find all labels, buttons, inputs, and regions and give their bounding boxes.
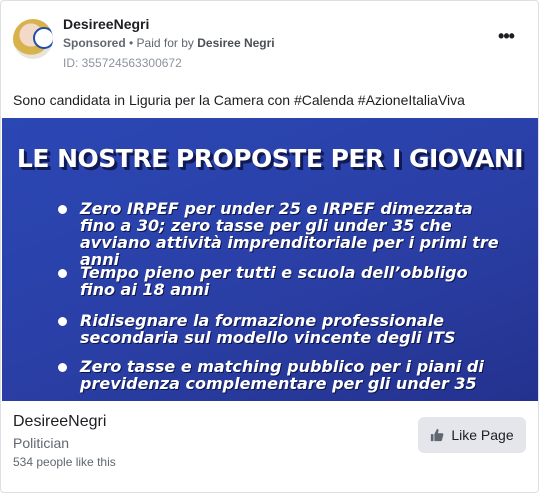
sponsored-post-card: DesireeNegri Sponsored • Paid for by Des…: [0, 0, 539, 493]
sponsored-line: Sponsored • Paid for by Desiree Negri: [63, 36, 275, 50]
separator-dot: •: [125, 36, 137, 50]
more-dots-icon: •••: [498, 26, 515, 46]
creative-bullet: Zero tasse e matching pubblico per i pia…: [58, 358, 500, 392]
footer-page-name[interactable]: DesireeNegri: [13, 413, 106, 431]
like-page-label: Like Page: [451, 427, 514, 443]
creative-bullet: Ridisegnare la formazione professionale …: [58, 312, 500, 346]
page-avatar[interactable]: [13, 19, 53, 59]
party-logo-icon: [33, 27, 53, 49]
page-category: Politician: [13, 435, 70, 451]
post-header: DesireeNegri Sponsored • Paid for by Des…: [13, 13, 526, 73]
ad-id: ID: 355724563300672: [63, 56, 182, 70]
creative-title: LE NOSTRE PROPOSTE PER I GIOVANI: [16, 144, 524, 173]
creative-bullet: Zero IRPEF per under 25 e IRPEF dimezzat…: [58, 199, 499, 269]
ad-creative-image[interactable]: LE NOSTRE PROPOSTE PER I GIOVANI Zero IR…: [2, 118, 538, 401]
paid-for-label: Paid for by: [136, 36, 198, 50]
sponsored-label: Sponsored: [63, 36, 126, 50]
page-name-link[interactable]: DesireeNegri: [63, 16, 149, 32]
like-page-button[interactable]: Like Page: [418, 417, 526, 453]
post-caption: Sono candidata in Liguria per la Camera …: [13, 92, 465, 108]
thumbs-up-icon: [431, 428, 444, 442]
creative-bullet: Tempo pieno per tutti e scuola dell’obbl…: [58, 264, 500, 298]
more-options-button[interactable]: •••: [494, 26, 518, 47]
page-footer: DesireeNegri Politician 534 people like …: [13, 409, 526, 479]
page-like-count: 534 people like this: [13, 455, 116, 469]
payer-name[interactable]: Desiree Negri: [197, 36, 274, 50]
